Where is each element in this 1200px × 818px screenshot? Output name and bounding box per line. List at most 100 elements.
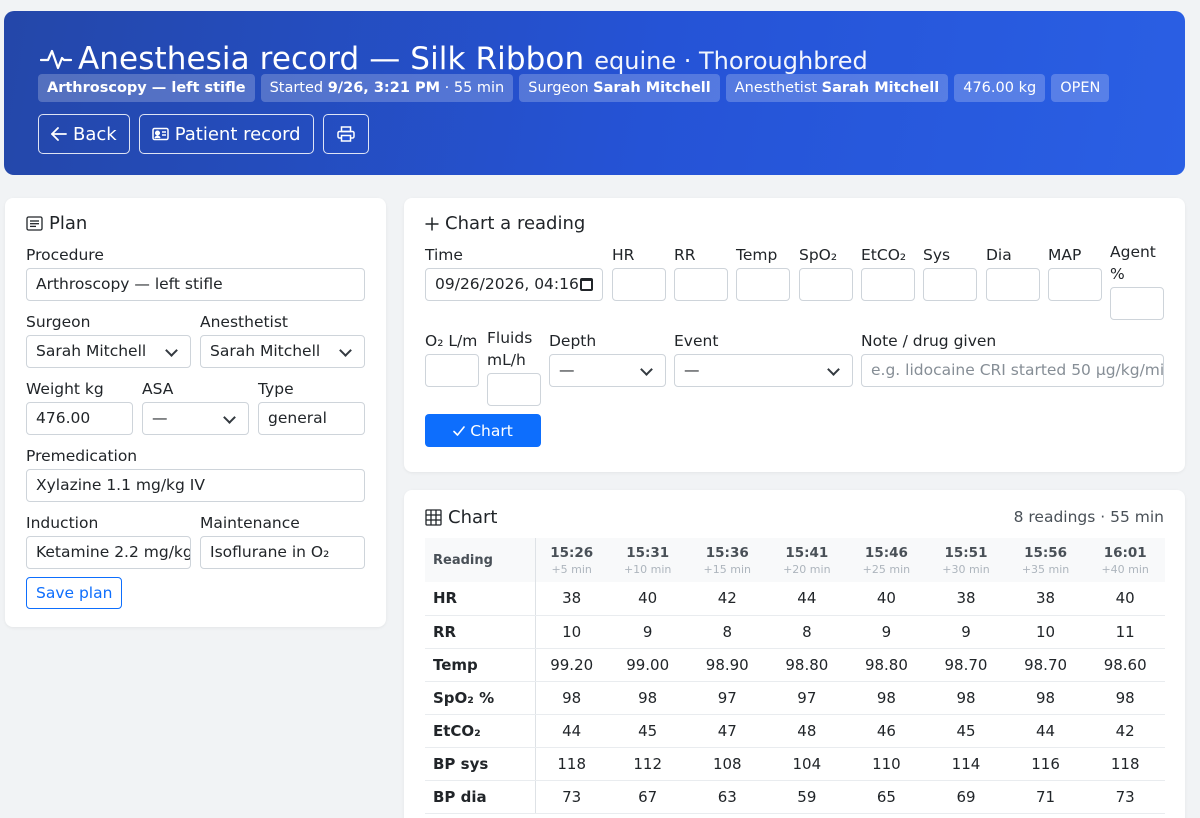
rr-input[interactable] (674, 268, 728, 301)
time-column-header: 15:51 +30 min (926, 538, 1006, 582)
plan-card: Plan Procedure Arthroscopy — left stifle… (5, 198, 386, 627)
notes-icon (26, 216, 43, 231)
chart-title-text: Chart (448, 507, 498, 528)
depth-select[interactable]: — (549, 354, 666, 387)
table-cell: 48 (767, 714, 847, 748)
table-row: RR 10 9 8 8 9 9 10 11 (425, 615, 1165, 649)
column-time: 15:31 (626, 544, 670, 561)
row-label: HR (425, 582, 536, 616)
table-cell: 98.70 (1005, 648, 1086, 682)
hr-input[interactable] (612, 268, 666, 301)
event-select[interactable]: — (674, 354, 853, 387)
table-cell: 98 (535, 681, 608, 715)
fluids-input[interactable] (487, 373, 541, 406)
row-label: RR (425, 615, 536, 649)
table-cell: 69 (926, 780, 1006, 814)
table-cell: 118 (1085, 747, 1165, 781)
plan-title-text: Plan (49, 213, 88, 234)
asa-select[interactable]: — (142, 402, 249, 435)
temp-label: Temp (736, 246, 778, 264)
time-column-header: 15:56 +35 min (1005, 538, 1086, 582)
agent-label-line2: % (1110, 265, 1125, 283)
o2-input[interactable] (425, 354, 479, 387)
map-input[interactable] (1048, 268, 1102, 301)
table-cell: 63 (687, 780, 768, 814)
table-cell: 73 (535, 780, 608, 814)
procedure-input[interactable]: Arthroscopy — left stifle (26, 268, 365, 301)
table-cell: 47 (687, 714, 768, 748)
record-header: Anesthesia record — Silk Ribbon equine ·… (4, 11, 1185, 175)
dia-label: Dia (986, 246, 1012, 264)
time-column-header: 15:46 +25 min (846, 538, 927, 582)
table-cell: 112 (607, 747, 688, 781)
o2-label: O₂ L/m (425, 332, 478, 350)
readings-table: Reading 15:26 +5 min 15:31 +10 min 15:36 +15 … (425, 538, 1165, 814)
time-column-header: 15:26 +5 min (535, 538, 608, 582)
back-button[interactable]: Back (38, 114, 130, 154)
note-input[interactable]: e.g. lidocaine CRI started 50 µg/kg/min (861, 354, 1164, 387)
etco2-input[interactable] (861, 268, 915, 301)
time-input[interactable]: 09/26/2026, 04:16 (425, 268, 603, 301)
table-cell: 104 (767, 747, 847, 781)
id-card-icon (151, 127, 169, 141)
premedication-input[interactable]: Xylazine 1.1 mg/kg IV (26, 469, 365, 502)
table-row: SpO₂ % 98 98 97 97 98 98 98 98 (425, 681, 1165, 715)
type-input[interactable]: general (258, 402, 365, 435)
table-cell: 65 (846, 780, 927, 814)
sys-label: Sys (923, 246, 951, 264)
table-cell: 10 (1005, 615, 1086, 649)
dia-input[interactable] (986, 268, 1040, 301)
temp-input[interactable] (736, 268, 790, 301)
calendar-icon[interactable] (580, 278, 593, 291)
print-button[interactable] (322, 114, 369, 154)
table-cell: 40 (846, 582, 927, 616)
table-cell: 98.70 (926, 648, 1006, 682)
save-plan-button[interactable]: Save plan (26, 577, 123, 609)
plan-title: Plan (26, 213, 87, 234)
table-row: BP dia 73 67 63 59 65 69 71 73 (425, 780, 1165, 814)
row-label: EtCO₂ (425, 714, 536, 748)
anesthetist-badge: Anesthetist Sarah Mitchell (725, 74, 949, 102)
induction-input[interactable]: Ketamine 2.2 mg/kg (26, 536, 191, 569)
heartbeat-icon (40, 49, 72, 70)
table-cell: 99.00 (607, 648, 688, 682)
arrow-left-icon (51, 127, 67, 141)
fluids-label-line2: mL/h (487, 351, 526, 369)
time-column-header: 16:01 +40 min (1085, 538, 1165, 582)
table-cell: 9 (607, 615, 688, 649)
table-cell: 44 (767, 582, 847, 616)
anesthetist-label: Anesthetist (200, 313, 289, 331)
surgeon-badge-label: Surgeon (528, 80, 589, 96)
table-cell: 97 (687, 681, 768, 715)
note-label: Note / drug given (861, 332, 997, 350)
plus-icon (425, 217, 439, 230)
table-cell: 11 (1085, 615, 1165, 649)
weight-label: Weight kg (26, 380, 104, 398)
chart-submit-label: Chart (470, 421, 513, 440)
table-header-row: Reading 15:26 +5 min 15:31 +10 min 15:36 +15 … (425, 538, 1165, 582)
duration-value: · 55 min (444, 80, 505, 96)
column-time: 16:01 (1103, 544, 1147, 561)
maintenance-input[interactable]: Isoflurane in O₂ (200, 536, 365, 569)
sys-input[interactable] (923, 268, 977, 301)
spo2-input[interactable] (799, 268, 853, 301)
patient-record-button[interactable]: Patient record (138, 114, 314, 154)
time-column-header: 15:31 +10 min (607, 538, 688, 582)
column-time: 15:26 (550, 544, 594, 561)
table-grid-icon (425, 509, 442, 526)
surgeon-badge: Surgeon Sarah Mitchell (519, 74, 720, 102)
table-cell: 98.90 (687, 648, 768, 682)
chart-submit-button[interactable]: Chart (425, 414, 541, 447)
time-label: Time (425, 246, 463, 264)
surgeon-select[interactable]: Sarah Mitchell (26, 335, 191, 368)
anesthetist-select[interactable]: Sarah Mitchell (200, 335, 365, 368)
row-label: BP dia (425, 780, 536, 814)
table-cell: 8 (687, 615, 768, 649)
weight-input[interactable]: 476.00 (26, 402, 133, 435)
column-offset: +30 min (942, 562, 990, 576)
table-cell: 98.80 (846, 648, 927, 682)
fluids-label-line1: Fluids (487, 329, 533, 347)
table-row: BP sys 118 112 108 104 110 114 116 118 (425, 747, 1165, 781)
event-label: Event (674, 332, 719, 350)
agent-input[interactable] (1110, 287, 1164, 320)
